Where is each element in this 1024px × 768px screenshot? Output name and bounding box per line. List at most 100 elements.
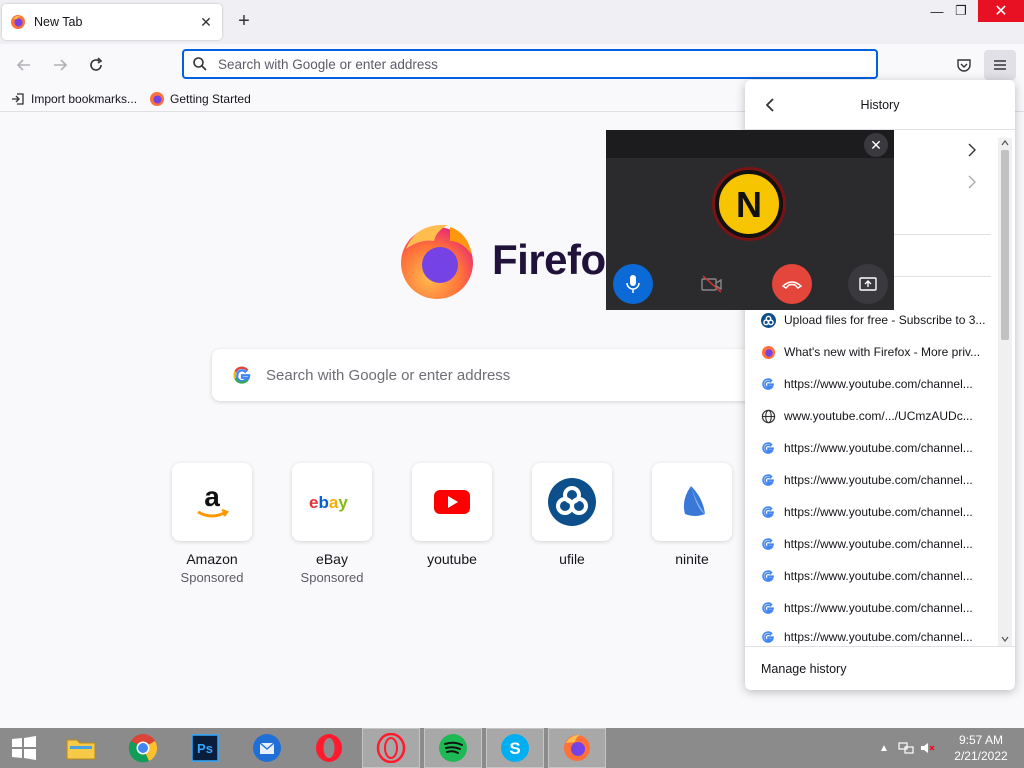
history-item[interactable]: https://www.youtube.com/channel... — [760, 468, 988, 492]
avatar-letter: N — [736, 184, 762, 225]
history-item-title: https://www.youtube.com/channel... — [784, 537, 973, 551]
history-item[interactable]: https://www.youtube.com/channel... — [760, 596, 988, 620]
firefox-icon — [149, 91, 165, 107]
taskbar-opera[interactable] — [300, 728, 358, 768]
restore-button[interactable]: ❐ — [946, 0, 976, 22]
taskbar-photoshop[interactable]: Ps — [176, 728, 234, 768]
microphone-icon — [626, 275, 640, 293]
reload-button[interactable] — [84, 53, 108, 77]
history-submenu-arrow[interactable] — [965, 143, 979, 157]
top-site-amazon[interactable]: a Amazon Sponsored — [162, 463, 262, 585]
taskbar-thunderbird[interactable] — [238, 728, 296, 768]
history-item[interactable]: https://www.youtube.com/channel... — [760, 372, 988, 396]
url-input[interactable]: Search with Google or enter address — [218, 57, 438, 72]
top-site-name: eBay — [316, 551, 348, 567]
top-site-sponsored: Sponsored — [300, 570, 364, 585]
history-item[interactable]: https://www.youtube.com/channel... — [760, 436, 988, 460]
svg-text:Ps: Ps — [197, 741, 213, 756]
close-tab-icon[interactable]: ✕ — [198, 14, 214, 30]
tab-new-tab[interactable]: New Tab ✕ — [2, 4, 222, 40]
hamburger-icon — [994, 60, 1006, 70]
scroll-up-arrow-icon[interactable] — [998, 138, 1012, 148]
mic-button[interactable] — [613, 264, 653, 304]
volume-muted-icon[interactable] — [920, 740, 936, 756]
newtab-search-input[interactable]: Search with Google or enter address — [266, 367, 510, 384]
call-overlay: ✕ N — [606, 130, 894, 310]
close-icon[interactable]: ✕ — [864, 133, 888, 157]
newtab-search-box[interactable]: Search with Google or enter address — [212, 349, 772, 401]
taskbar-opera-gx[interactable] — [362, 728, 420, 768]
manage-history-button[interactable]: Manage history — [745, 646, 1015, 690]
show-hidden-icons-icon[interactable]: ▲ — [876, 740, 892, 756]
history-item[interactable]: https://www.youtube.com/channel... — [760, 628, 988, 646]
history-item[interactable]: https://www.youtube.com/channel... — [760, 500, 988, 524]
folder-icon — [66, 739, 96, 760]
call-overlay-header — [606, 130, 894, 158]
google-icon — [760, 536, 776, 552]
close-window-button[interactable]: ✕ — [978, 0, 1024, 22]
system-clock[interactable]: 9:57 AM 2/21/2022 — [944, 732, 1018, 764]
taskbar-chrome[interactable] — [114, 728, 172, 768]
svg-text:S: S — [509, 739, 520, 758]
bookmark-getting-started[interactable]: Getting Started — [149, 91, 251, 107]
taskbar-spotify[interactable] — [424, 728, 482, 768]
opera-gx-icon — [376, 733, 406, 763]
top-site-youtube[interactable]: youtube — [402, 463, 502, 567]
firefox-icon — [564, 735, 590, 761]
history-item[interactable]: https://www.youtube.com/channel... — [760, 532, 988, 556]
history-item-title: https://www.youtube.com/channel... — [784, 377, 973, 391]
pocket-icon — [957, 59, 971, 72]
skype-icon: S — [501, 734, 529, 762]
camera-off-icon — [701, 275, 722, 293]
google-icon — [760, 600, 776, 616]
history-item[interactable]: Upload files for free - Subscribe to 3..… — [760, 308, 988, 332]
top-site-ufile[interactable]: ufile — [522, 463, 622, 567]
history-back-button[interactable] — [761, 96, 779, 114]
firefox-icon — [760, 344, 776, 360]
firefox-logo-icon — [401, 224, 473, 299]
app-menu-button[interactable] — [984, 50, 1016, 80]
bookmark-import[interactable]: Import bookmarks... — [10, 91, 137, 107]
scrollbar-thumb[interactable] — [1001, 150, 1009, 340]
google-icon — [760, 440, 776, 456]
scroll-down-arrow-icon[interactable] — [998, 634, 1012, 644]
history-item-title: Upload files for free - Subscribe to 3..… — [784, 313, 986, 327]
youtube-icon — [412, 463, 492, 541]
chevron-right-icon — [968, 175, 976, 189]
ufile-icon — [532, 463, 612, 541]
spotify-icon — [439, 734, 467, 762]
search-icon — [193, 57, 207, 71]
top-site-sponsored: Sponsored — [180, 570, 244, 585]
forward-button[interactable] — [48, 53, 72, 77]
end-call-button[interactable] — [772, 264, 812, 304]
history-item[interactable]: https://www.youtube.com/channel... — [760, 564, 988, 588]
top-site-name: Amazon — [186, 551, 238, 567]
taskbar-skype[interactable]: S — [486, 728, 544, 768]
ebay-icon: ebay — [292, 463, 372, 541]
ninite-icon — [652, 463, 732, 541]
share-screen-icon — [859, 277, 877, 291]
camera-button[interactable] — [692, 264, 732, 304]
taskbar-file-explorer[interactable] — [52, 728, 110, 768]
top-site-ebay[interactable]: ebay eBay Sponsored — [282, 463, 382, 585]
google-icon — [233, 366, 251, 384]
top-site-ninite[interactable]: ninite — [642, 463, 742, 567]
network-icon[interactable] — [898, 740, 914, 756]
start-button[interactable] — [0, 728, 48, 768]
svg-text:a: a — [204, 482, 220, 512]
taskbar-firefox[interactable] — [548, 728, 606, 768]
firefox-icon — [11, 15, 25, 29]
history-item[interactable]: www.youtube.com/.../UCmzAUDc... — [760, 404, 988, 428]
chrome-icon — [128, 734, 158, 763]
url-bar[interactable]: Search with Google or enter address — [182, 49, 878, 79]
back-button[interactable] — [12, 53, 36, 77]
history-scrollbar[interactable] — [998, 138, 1012, 646]
new-tab-button[interactable]: + — [234, 11, 254, 32]
history-item[interactable]: What's new with Firefox - More priv... — [760, 340, 988, 364]
manage-history-label: Manage history — [761, 661, 847, 676]
history-submenu-arrow[interactable] — [965, 175, 979, 189]
pocket-button[interactable] — [952, 53, 976, 77]
hang-up-icon — [781, 281, 803, 289]
thunderbird-icon — [253, 734, 281, 762]
share-screen-button[interactable] — [848, 264, 888, 304]
